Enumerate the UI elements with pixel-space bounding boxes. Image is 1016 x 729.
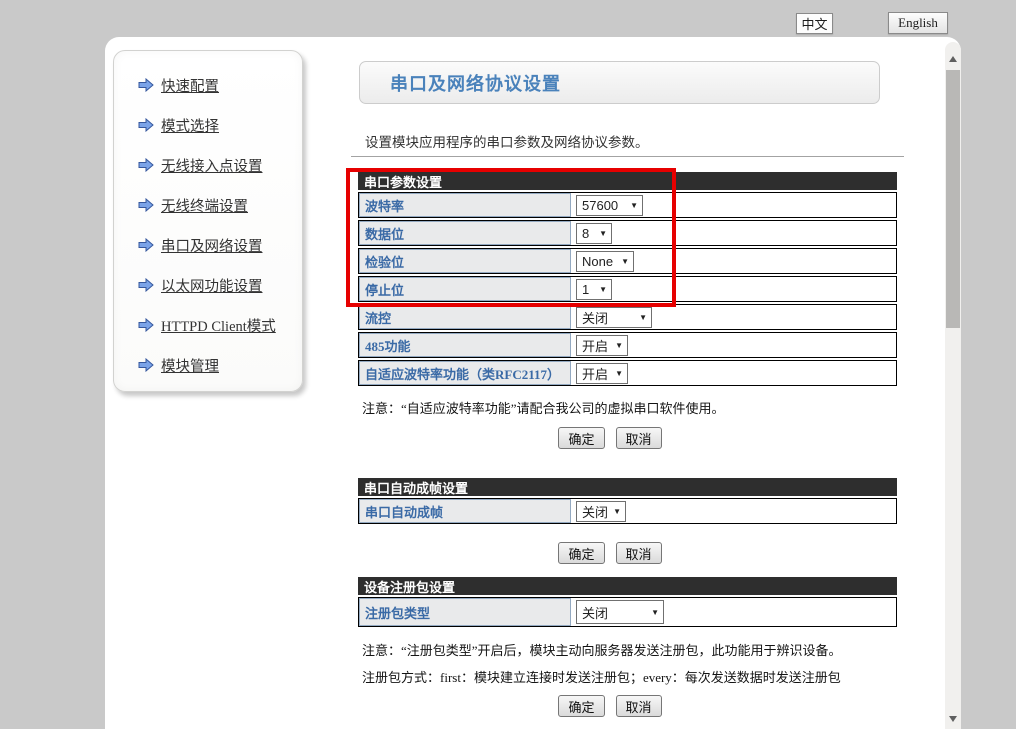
arrow-right-icon (138, 238, 154, 252)
sidebar-link[interactable]: 以太网功能设置 (161, 275, 263, 296)
row-label: 注册包类型 (359, 598, 571, 626)
auto-frame-buttons: 确定 取消 (358, 542, 862, 564)
auto-frame-table: 串口自动成帧设置 串口自动成帧 关闭 ▼ (358, 478, 897, 524)
arrow-right-icon (138, 278, 154, 292)
register-packet-table: 设备注册包设置 注册包类型 关闭 ▼ (358, 577, 897, 627)
cancel-button[interactable]: 取消 (616, 542, 662, 564)
serial-note: 注意：“自适应波特率功能”请配合我公司的虚拟串口软件使用。 (362, 398, 725, 417)
ok-button[interactable]: 确定 (558, 695, 604, 717)
language-english-button[interactable]: English (888, 12, 948, 34)
sidebar-item-httpd-client[interactable]: HTTPD Client模式 (138, 305, 302, 345)
auto-frame-select[interactable]: 关闭 ▼ (576, 501, 626, 522)
chevron-down-icon: ▼ (651, 608, 659, 617)
chevron-down-icon: ▼ (639, 313, 647, 322)
page-title: 串口及网络协议设置 (359, 61, 880, 104)
triangle-down-icon (949, 716, 957, 722)
ok-button[interactable]: 确定 (558, 427, 604, 449)
register-note-1: 注意：“注册包类型”开启后，模块主动向服务器发送注册包，此功能用于辨识设备。 (362, 640, 842, 659)
page-description: 设置模块应用程序的串口参数及网络协议参数。 (365, 131, 649, 151)
screen: 中文 English 快速配置 模式选择 无线接入点设置 无线终端设置 (0, 0, 1016, 729)
scrollbar-thumb[interactable] (946, 70, 960, 328)
arrow-right-icon (138, 158, 154, 172)
content-divider (351, 156, 904, 157)
row-label: 485功能 (359, 333, 571, 357)
table-header: 串口自动成帧设置 (358, 478, 897, 496)
scroll-down-button[interactable] (945, 710, 961, 728)
cancel-button[interactable]: 取消 (616, 695, 662, 717)
register-packet-type-select[interactable]: 关闭 ▼ (576, 600, 664, 624)
sidebar-item-ethernet[interactable]: 以太网功能设置 (138, 265, 302, 305)
scrollbar[interactable] (945, 42, 961, 729)
sidebar-nav: 快速配置 模式选择 无线接入点设置 无线终端设置 串口及网络设置 以太网功能设置 (114, 51, 302, 385)
sidebar-item-quick-config[interactable]: 快速配置 (138, 65, 302, 105)
sidebar-link[interactable]: 模块管理 (161, 355, 219, 376)
highlight-box (346, 168, 676, 307)
arrow-right-icon (138, 198, 154, 212)
sidebar-item-serial-network[interactable]: 串口及网络设置 (138, 225, 302, 265)
table-header: 设备注册包设置 (358, 577, 897, 595)
serial-buttons: 确定 取消 (358, 427, 862, 449)
sidebar-link[interactable]: 串口及网络设置 (161, 235, 263, 256)
cancel-button[interactable]: 取消 (616, 427, 662, 449)
sidebar-item-wireless-sta[interactable]: 无线终端设置 (138, 185, 302, 225)
table-row: 自适应波特率功能（类RFC2117） 开启 ▼ (358, 360, 897, 386)
chevron-down-icon: ▼ (615, 341, 623, 350)
arrow-right-icon (138, 358, 154, 372)
table-row: 串口自动成帧 关闭 ▼ (358, 498, 897, 524)
language-chinese-button[interactable]: 中文 (796, 13, 833, 34)
table-row: 注册包类型 关闭 ▼ (358, 597, 897, 627)
ok-button[interactable]: 确定 (558, 542, 604, 564)
sidebar-link[interactable]: HTTPD Client模式 (161, 315, 276, 336)
rs485-select[interactable]: 开启 ▼ (576, 335, 628, 356)
sidebar: 快速配置 模式选择 无线接入点设置 无线终端设置 串口及网络设置 以太网功能设置 (113, 50, 303, 392)
table-row: 流控 关闭 ▼ (358, 304, 897, 330)
register-note-2: 注册包方式：first：模块建立连接时发送注册包；every：每次发送数据时发送… (362, 667, 841, 686)
arrow-right-icon (138, 78, 154, 92)
sidebar-link[interactable]: 模式选择 (161, 115, 219, 136)
sidebar-link[interactable]: 无线终端设置 (161, 195, 248, 216)
sidebar-item-wireless-ap[interactable]: 无线接入点设置 (138, 145, 302, 185)
arrow-right-icon (138, 318, 154, 332)
arrow-right-icon (138, 118, 154, 132)
register-buttons: 确定 取消 (358, 695, 862, 717)
sidebar-item-module-mgmt[interactable]: 模块管理 (138, 345, 302, 385)
sidebar-link[interactable]: 无线接入点设置 (161, 155, 263, 176)
chevron-down-icon: ▼ (615, 369, 623, 378)
table-row: 485功能 开启 ▼ (358, 332, 897, 358)
row-label: 串口自动成帧 (359, 499, 571, 523)
row-label: 自适应波特率功能（类RFC2117） (359, 361, 571, 385)
row-label: 流控 (359, 305, 571, 329)
flow-control-select[interactable]: 关闭 ▼ (576, 307, 652, 328)
adaptive-baud-select[interactable]: 开启 ▼ (576, 363, 628, 384)
triangle-up-icon (949, 56, 957, 62)
chevron-down-icon: ▼ (613, 507, 621, 516)
sidebar-link[interactable]: 快速配置 (161, 75, 219, 96)
scroll-up-button[interactable] (945, 50, 961, 68)
sidebar-item-mode-select[interactable]: 模式选择 (138, 105, 302, 145)
